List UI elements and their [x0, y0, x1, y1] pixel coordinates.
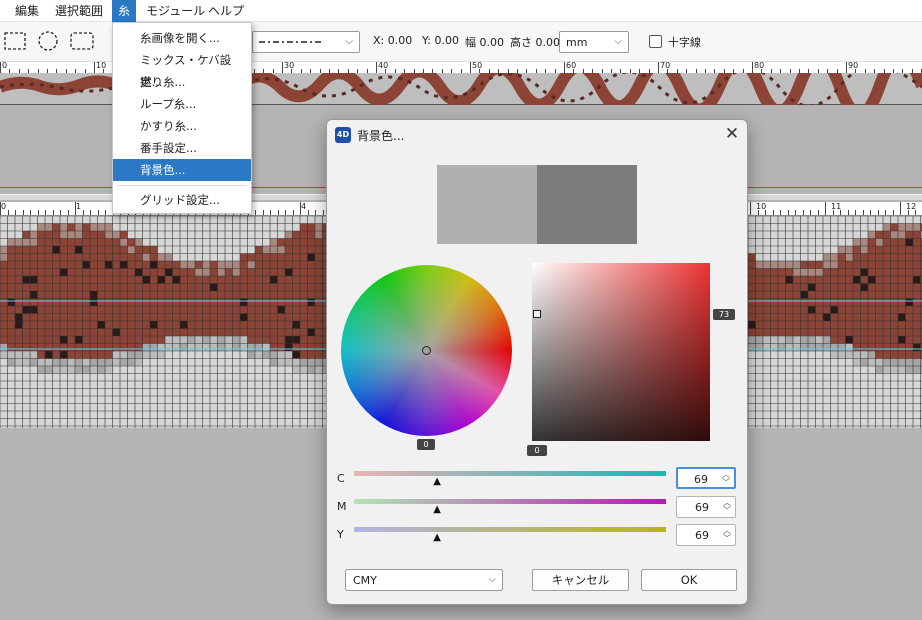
rounded-rect-select-icon: [70, 32, 94, 50]
stepper-arrows-icon[interactable]: ︿ ﹀: [723, 499, 731, 515]
rounded-select-tool[interactable]: [69, 30, 94, 52]
menu-help[interactable]: ヘルプ: [202, 0, 250, 22]
ruler-label: 40: [378, 62, 389, 70]
cancel-button[interactable]: キャンセル: [532, 569, 629, 591]
menu-item-loop[interactable]: ループ糸...: [113, 93, 251, 115]
grid-ruler-label: 4: [301, 202, 307, 211]
ok-button[interactable]: OK: [641, 569, 737, 591]
color-mode-value: CMY: [353, 574, 377, 587]
menu-edit[interactable]: 編集: [9, 0, 45, 22]
y-spinbox[interactable]: 69 ︿ ﹀: [676, 524, 736, 546]
c-slider-thumb[interactable]: ▲: [433, 476, 441, 487]
unit-select[interactable]: mm ⌵: [559, 31, 629, 53]
m-spinbox[interactable]: 69 ︿ ﹀: [676, 496, 736, 518]
chevron-down-icon: ⌵: [345, 36, 353, 47]
menu-thread[interactable]: 糸: [112, 0, 137, 22]
width-readout: 幅 0.00: [465, 36, 504, 49]
y-slider-track[interactable]: [354, 527, 666, 532]
m-slider-thumb[interactable]: ▲: [433, 504, 441, 515]
ruler-label: 60: [566, 62, 577, 70]
m-value: 69: [695, 501, 709, 514]
menu-item-grid-settings[interactable]: グリッド設定...: [113, 189, 251, 211]
y-slider-thumb[interactable]: ▲: [433, 532, 441, 543]
ellipse-select-tool[interactable]: [36, 30, 60, 52]
chevron-down-icon: ⌵: [614, 36, 622, 47]
thread-menu: 糸画像を開く... ミックス・ケバ設定... 撚り糸... ループ糸... かす…: [112, 22, 252, 214]
line-style-select[interactable]: ⌵: [252, 31, 360, 53]
saturation-value-square[interactable]: [532, 263, 710, 441]
y-value: 69: [695, 529, 709, 542]
menu-bar: 編集 選択範囲 糸 モジュール ヘルプ: [0, 0, 922, 22]
ellipse-select-icon: [38, 31, 58, 51]
dialog-title: 背景色...: [357, 129, 405, 143]
grid-ruler-label: 1: [76, 202, 82, 211]
menu-item-background-color[interactable]: 背景色...: [113, 159, 251, 181]
grid-ruler-label: 11: [831, 202, 842, 211]
menu-item-kasuri[interactable]: かすり糸...: [113, 115, 251, 137]
previous-color-swatch: [437, 165, 537, 244]
ruler-label: 30: [284, 62, 295, 70]
background-color-dialog: 4D 背景色... ✕ 0 73 0 C ▲ 69 ︿ ﹀ M ▲ 69 ︿ ﹀ Y…: [326, 119, 748, 605]
pixel-grid-right[interactable]: [748, 216, 922, 428]
rect-select-icon: [4, 32, 26, 50]
grid-ruler-label: 12: [906, 202, 917, 211]
ruler-label: 10: [96, 62, 107, 70]
menu-module[interactable]: モジュール: [140, 0, 211, 22]
crosshair-checkbox[interactable]: [649, 35, 662, 48]
color-mode-select[interactable]: CMY ⌵: [345, 569, 503, 591]
m-slider-label: M: [337, 500, 347, 513]
ruler-label: 80: [754, 62, 765, 70]
x-readout: X: 0.00: [373, 34, 413, 47]
c-value: 69: [694, 473, 708, 486]
stepper-arrows-icon[interactable]: ︿ ﹀: [722, 471, 730, 487]
app-icon: 4D: [335, 127, 351, 143]
y-readout: Y: 0.00: [422, 34, 459, 47]
pixel-grid-left[interactable]: [0, 216, 330, 428]
menu-divider: [117, 185, 247, 186]
current-color-swatch: [537, 165, 637, 244]
sv-marker[interactable]: [533, 310, 541, 318]
crosshair-label: 十字線: [668, 36, 701, 49]
chevron-down-icon: ⌵: [488, 574, 496, 585]
y-slider-label: Y: [337, 528, 344, 541]
rect-select-tool[interactable]: [3, 30, 27, 52]
menu-item-open-image[interactable]: 糸画像を開く...: [113, 27, 251, 49]
grid-ruler-label: 0: [1, 202, 7, 211]
menu-item-twisted[interactable]: 撚り糸...: [113, 71, 251, 93]
ruler-label: 0: [2, 62, 8, 70]
wheel-marker[interactable]: [422, 346, 431, 355]
ruler-label: 90: [848, 62, 859, 70]
unit-select-value: mm: [566, 36, 588, 49]
menu-item-count[interactable]: 番手設定...: [113, 137, 251, 159]
height-readout: 高さ 0.00: [510, 36, 560, 49]
stepper-arrows-icon[interactable]: ︿ ﹀: [723, 527, 731, 543]
sv-value-badge: 73: [713, 309, 735, 320]
c-spinbox[interactable]: 69 ︿ ﹀: [676, 467, 736, 489]
menu-item-mix-fuzz[interactable]: ミックス・ケバ設定...: [113, 49, 251, 89]
grid-ruler-label: 10: [756, 202, 767, 211]
m-slider-track[interactable]: [354, 499, 666, 504]
wheel-value-badge: 0: [417, 439, 435, 450]
menu-selection[interactable]: 選択範囲: [49, 0, 109, 22]
c-slider-label: C: [337, 472, 345, 485]
ruler-label: 70: [660, 62, 671, 70]
dashed-line-icon: [259, 41, 321, 43]
close-icon[interactable]: ✕: [721, 124, 743, 146]
sv-hue-badge: 0: [527, 445, 547, 456]
c-slider-track[interactable]: [354, 471, 666, 476]
ruler-label: 50: [472, 62, 483, 70]
